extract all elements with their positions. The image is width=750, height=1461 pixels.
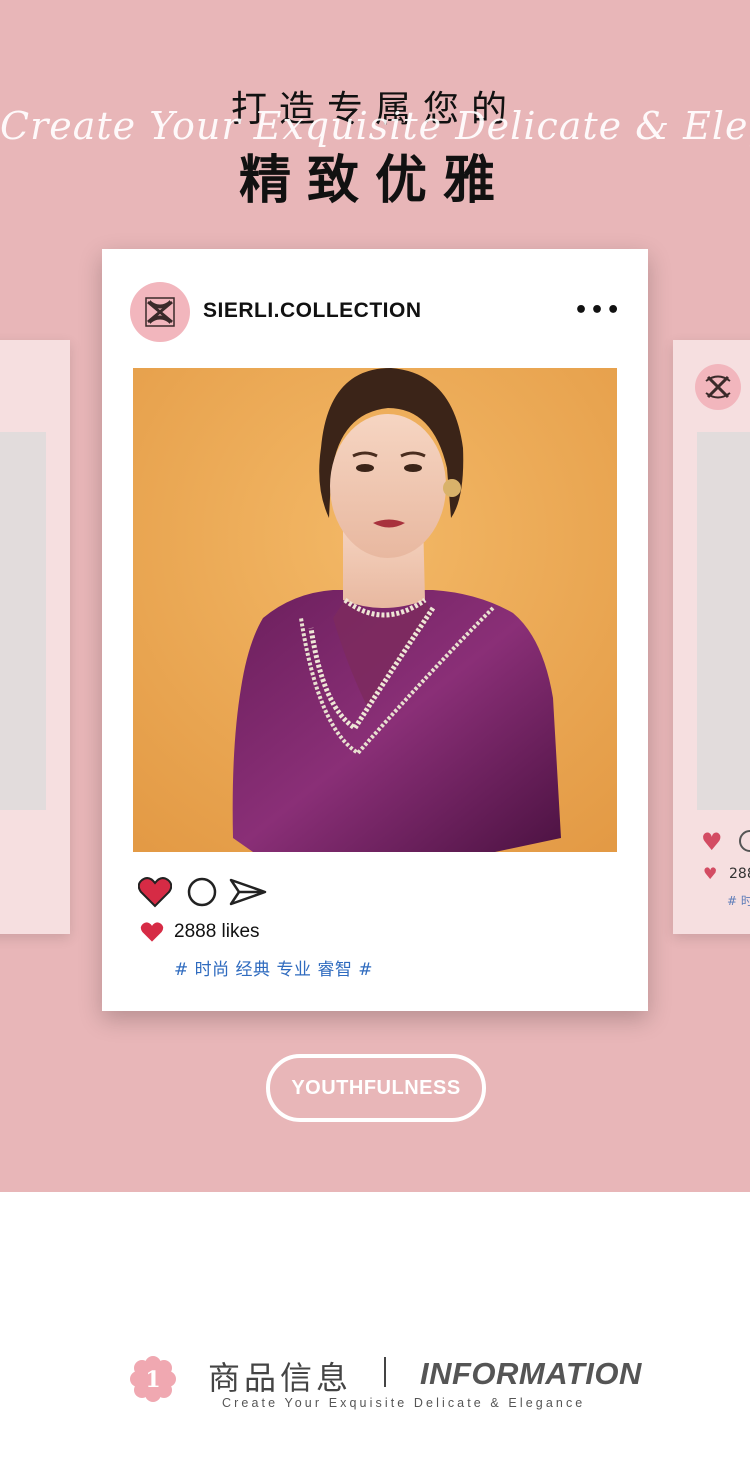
hero-section: 打造专属您的 Create Your Exquisite Delicate & … xyxy=(0,0,750,1192)
side-card-avatar xyxy=(695,364,741,410)
post-actions xyxy=(138,874,268,910)
ellipsis-icon[interactable]: ••• xyxy=(574,300,622,322)
side-card-right-image-placeholder xyxy=(697,432,750,810)
comment-icon[interactable] xyxy=(186,876,218,908)
heart-icon[interactable] xyxy=(138,876,172,908)
hero-title-line2: 精致优雅 xyxy=(238,151,511,211)
side-heart-icon: ♥ xyxy=(701,828,723,856)
post-hashtags[interactable]: # 时尚 经典 专业 睿智 # xyxy=(174,955,373,980)
likes-row: 2888 likes xyxy=(140,921,260,943)
side-card-left-image-placeholder xyxy=(0,432,46,810)
post-card: SIERLI.COLLECTION ••• 2888 likes # 时尚 经典… xyxy=(102,249,648,1011)
brand-logo-icon xyxy=(705,375,731,399)
model-photo-illustration xyxy=(133,368,617,852)
side-card-right: ♥ ♥ 288 # 时 xyxy=(673,340,750,934)
avatar[interactable] xyxy=(130,282,190,342)
side-tags-text: # 时 xyxy=(727,894,750,908)
side-likes-heart-icon: ♥ xyxy=(703,864,718,883)
flower-number-icon: 1 xyxy=(130,1356,176,1402)
info-divider xyxy=(384,1357,386,1387)
side-comment-icon xyxy=(739,830,750,852)
side-card-left xyxy=(0,340,70,934)
info-subtitle: Create Your Exquisite Delicate & Eleganc… xyxy=(222,1396,586,1410)
info-title-en: INFORMATION xyxy=(420,1356,642,1391)
youthfulness-badge: YOUTHFULNESS xyxy=(266,1054,486,1122)
likes-count: 2888 likes xyxy=(174,921,260,942)
account-handle[interactable]: SIERLI.COLLECTION xyxy=(203,299,422,323)
info-title-cn: 商品信息 xyxy=(208,1359,353,1397)
section-number: 1 xyxy=(145,1367,160,1393)
share-icon[interactable] xyxy=(228,876,268,908)
side-likes-text: 288 xyxy=(729,866,750,882)
post-photo xyxy=(133,368,617,852)
likes-heart-icon xyxy=(140,922,164,942)
brand-logo-icon xyxy=(145,297,175,327)
